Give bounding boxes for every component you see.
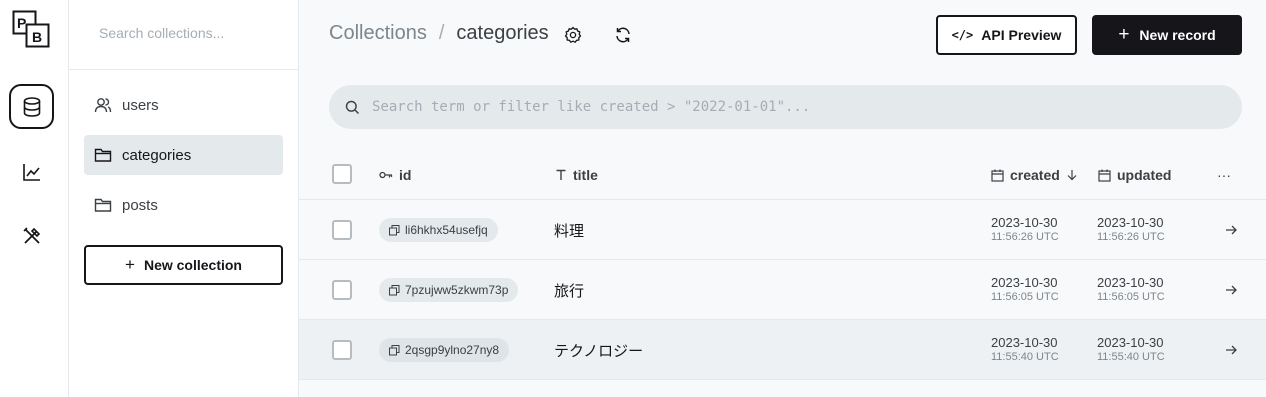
refresh-button[interactable] — [612, 24, 634, 46]
column-header-label: updated — [1117, 167, 1172, 183]
code-icon: </> — [951, 28, 974, 42]
text-type-icon — [556, 169, 566, 180]
updated-date: 2023-10-30 — [1097, 275, 1164, 290]
row-checkbox[interactable] — [332, 340, 352, 360]
search-icon — [345, 100, 359, 114]
record-id-pill[interactable]: 2qsgp9ylno27ny8 — [379, 338, 510, 362]
record-title: テクノロジー — [554, 342, 644, 360]
record-title: 旅行 — [554, 282, 585, 300]
table-row[interactable]: 7pzujww5zkwm73p 旅行 2023-10-30 11:56:05 U… — [299, 260, 1266, 320]
table-row[interactable]: li6hkhx54usefjq 料理 2023-10-30 11:56:26 U… — [299, 200, 1266, 260]
gear-icon — [564, 26, 582, 43]
record-id-pill[interactable]: li6hkhx54usefjq — [379, 218, 498, 242]
rail-logs-button[interactable] — [10, 150, 54, 194]
users-icon — [94, 98, 112, 113]
record-updated: 2023-10-30 11:56:05 UTC — [1097, 275, 1165, 305]
sort-down-arrow-icon — [1067, 170, 1077, 181]
plus-icon: + — [125, 255, 135, 274]
more-options-icon: ··· — [1217, 167, 1231, 183]
pocketbase-logo-icon: P B — [12, 10, 50, 48]
collections-search-area — [69, 0, 298, 70]
sidebar-item-categories[interactable]: categories — [84, 135, 283, 175]
new-record-label: New record — [1139, 27, 1216, 43]
calendar-icon — [1098, 169, 1111, 182]
column-header-label: title — [573, 167, 598, 183]
created-time: 11:56:05 UTC — [991, 291, 1059, 303]
record-created: 2023-10-30 11:55:40 UTC — [991, 335, 1059, 365]
sidebar-item-users[interactable]: users — [84, 85, 283, 125]
column-header-id[interactable]: id — [379, 150, 411, 200]
record-updated: 2023-10-30 11:55:40 UTC — [1097, 335, 1165, 365]
plus-icon: + — [1118, 24, 1130, 45]
breadcrumb: Collections / categories — [329, 22, 549, 45]
logo-letter-b: B — [32, 29, 42, 45]
sidebar-item-label: categories — [122, 146, 192, 164]
updated-time: 11:55:40 UTC — [1097, 351, 1165, 363]
breadcrumb-root[interactable]: Collections — [329, 22, 427, 45]
sidebar-item-label: users — [122, 96, 159, 114]
arrow-right-icon[interactable] — [1223, 222, 1239, 238]
arrow-right-icon[interactable] — [1223, 342, 1239, 358]
new-collection-button[interactable]: + New collection — [84, 245, 283, 285]
record-id: li6hkhx54usefjq — [405, 223, 488, 237]
updated-time: 11:56:26 UTC — [1097, 231, 1165, 243]
folder-icon — [94, 148, 112, 162]
sidebar-item-posts[interactable]: posts — [84, 185, 283, 225]
record-id: 7pzujww5zkwm73p — [405, 283, 509, 297]
database-icon — [23, 96, 40, 117]
key-icon — [379, 171, 393, 179]
column-header-label: created — [1010, 167, 1060, 183]
records-search-input[interactable] — [372, 99, 1212, 115]
collections-search-input[interactable] — [99, 22, 279, 44]
updated-date: 2023-10-30 — [1097, 335, 1164, 350]
records-search-bar[interactable] — [329, 85, 1242, 129]
icon-rail: P B — [0, 0, 69, 397]
logo-letter-p: P — [17, 15, 26, 31]
new-collection-label: New collection — [143, 257, 242, 273]
api-preview-label: API Preview — [981, 27, 1062, 43]
breadcrumb-separator: / — [438, 22, 445, 44]
updated-date: 2023-10-30 — [1097, 215, 1164, 230]
row-checkbox[interactable] — [332, 280, 352, 300]
sidebar-item-label: posts — [122, 196, 158, 214]
row-checkbox[interactable] — [332, 220, 352, 240]
copy-icon — [389, 284, 400, 295]
column-header-updated[interactable]: updated — [1098, 150, 1171, 200]
refresh-icon — [616, 27, 630, 43]
created-time: 11:56:26 UTC — [991, 231, 1059, 243]
calendar-icon — [991, 169, 1004, 182]
column-header-created[interactable]: created — [991, 150, 1084, 200]
copy-icon — [389, 224, 400, 235]
record-id-pill[interactable]: 7pzujww5zkwm73p — [379, 278, 519, 302]
created-date: 2023-10-30 — [991, 335, 1058, 350]
new-record-button[interactable]: + New record — [1092, 15, 1242, 55]
table-row[interactable]: 2qsgp9ylno27ny8 テクノロジー 2023-10-30 11:55:… — [299, 320, 1266, 380]
record-id: 2qsgp9ylno27ny8 — [405, 343, 500, 357]
record-updated: 2023-10-30 11:56:26 UTC — [1097, 215, 1165, 245]
created-time: 11:55:40 UTC — [991, 351, 1059, 363]
updated-time: 11:56:05 UTC — [1097, 291, 1165, 303]
collections-sidebar: users categories posts + New collection — [69, 0, 299, 397]
select-all-checkbox[interactable] — [332, 164, 352, 184]
columns-options-button[interactable]: ··· — [1217, 150, 1231, 200]
main-panel: Collections / categories </> API Preview… — [299, 0, 1266, 397]
column-header-label: id — [399, 167, 412, 183]
record-created: 2023-10-30 11:56:26 UTC — [991, 215, 1059, 245]
tools-icon — [23, 227, 41, 244]
copy-icon — [389, 344, 400, 355]
collection-settings-button[interactable] — [562, 24, 584, 46]
rail-settings-button[interactable] — [10, 214, 54, 258]
created-date: 2023-10-30 — [991, 275, 1058, 290]
created-date: 2023-10-30 — [991, 215, 1058, 230]
record-created: 2023-10-30 11:56:05 UTC — [991, 275, 1059, 305]
breadcrumb-current: categories — [456, 22, 549, 44]
arrow-right-icon[interactable] — [1223, 282, 1239, 298]
folder-icon — [94, 198, 112, 212]
rail-collections-button[interactable] — [9, 84, 54, 129]
column-header-title[interactable]: title — [555, 150, 598, 200]
record-title: 料理 — [554, 222, 585, 240]
api-preview-button[interactable]: </> API Preview — [936, 15, 1077, 55]
logo[interactable]: P B — [12, 10, 50, 48]
chart-line-icon — [23, 164, 40, 181]
